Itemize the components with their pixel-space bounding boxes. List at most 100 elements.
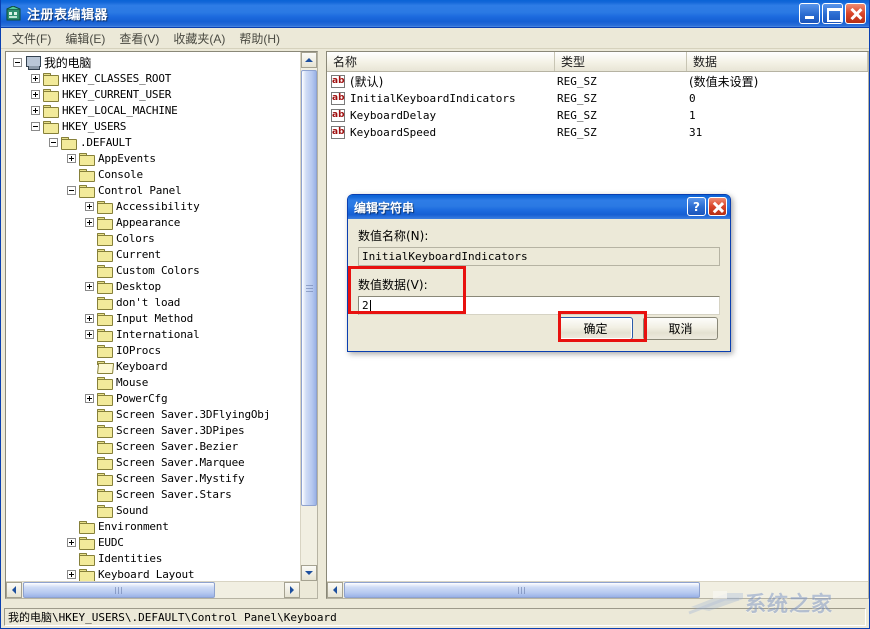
expand-node-icon[interactable] (31, 74, 40, 83)
dialog-title-bar[interactable]: 编辑字符串 ? (348, 195, 730, 219)
collapse-node-icon[interactable] (13, 58, 22, 67)
expand-node-icon[interactable] (67, 154, 76, 163)
expand-node-icon[interactable] (67, 538, 76, 547)
tree-node[interactable]: International (6, 326, 300, 342)
tree-node[interactable]: Screen Saver.Stars (6, 486, 300, 502)
tree-spacer (85, 266, 94, 275)
folder-icon (97, 504, 113, 517)
maximize-button[interactable] (822, 3, 843, 24)
tree-spacer (85, 298, 94, 307)
value-data-cell: 31 (687, 126, 868, 139)
tree-node[interactable]: HKEY_LOCAL_MACHINE (6, 102, 300, 118)
tree-node[interactable]: Input Method (6, 310, 300, 326)
expand-node-icon[interactable] (85, 314, 94, 323)
list-scroll-left-button[interactable] (327, 582, 343, 598)
title-bar[interactable]: 注册表编辑器 (1, 0, 869, 28)
expand-node-icon[interactable] (85, 202, 94, 211)
tree-node[interactable]: EUDC (6, 534, 300, 550)
tree-node[interactable]: Screen Saver.Mystify (6, 470, 300, 486)
tree-node[interactable]: Current (6, 246, 300, 262)
folder-icon (79, 184, 95, 197)
menu-edit[interactable]: 编辑(E) (58, 28, 112, 49)
tree-node[interactable]: Environment (6, 518, 300, 534)
tree-node[interactable]: Keyboard Layout (6, 566, 300, 581)
ok-button[interactable]: 确定 (558, 317, 633, 340)
tree-node[interactable]: don't load (6, 294, 300, 310)
tree-node[interactable]: Mouse (6, 374, 300, 390)
table-row[interactable]: abKeyboardDelayREG_SZ1 (327, 107, 868, 124)
table-row[interactable]: abKeyboardSpeedREG_SZ31 (327, 124, 868, 141)
menu-favorites[interactable]: 收藏夹(A) (166, 28, 232, 49)
tree-node[interactable]: Colors (6, 230, 300, 246)
tree-node[interactable]: Sound (6, 502, 300, 518)
expand-node-icon[interactable] (85, 218, 94, 227)
column-header[interactable]: 类型 (555, 52, 687, 71)
tree-node[interactable]: HKEY_USERS (6, 118, 300, 134)
tree-node[interactable]: .DEFAULT (6, 134, 300, 150)
tree-node-label: Custom Colors (113, 264, 200, 277)
tree-node[interactable]: 我的电脑 (6, 54, 300, 70)
tree-node[interactable]: Screen Saver.3DPipes (6, 422, 300, 438)
value-name-field[interactable]: InitialKeyboardIndicators (358, 247, 720, 266)
expand-node-icon[interactable] (67, 570, 76, 579)
tree-scroll-down-button[interactable] (301, 565, 317, 581)
column-header[interactable]: 名称 (327, 52, 555, 71)
cancel-button[interactable]: 取消 (643, 317, 718, 340)
close-button[interactable] (845, 3, 866, 24)
list-horizontal-scroll-thumb[interactable] (344, 582, 700, 598)
value-type-cell: REG_SZ (555, 109, 687, 122)
tree-node[interactable]: Keyboard (6, 358, 300, 374)
tree-node[interactable]: AppEvents (6, 150, 300, 166)
value-name-cell: InitialKeyboardIndicators (348, 92, 555, 105)
tree-horizontal-scrollbar[interactable] (6, 581, 300, 598)
expand-node-icon[interactable] (85, 330, 94, 339)
tree-node-label: Input Method (113, 312, 193, 325)
folder-icon (97, 488, 113, 501)
tree-node[interactable]: Identities (6, 550, 300, 566)
folder-icon (79, 552, 95, 565)
tree-vertical-scrollbar[interactable] (300, 52, 317, 581)
dialog-close-button[interactable] (708, 197, 727, 216)
list-horizontal-scrollbar[interactable] (327, 581, 868, 598)
tree-node[interactable]: Screen Saver.3DFlyingObj (6, 406, 300, 422)
registry-tree[interactable]: 我的电脑HKEY_CLASSES_ROOTHKEY_CURRENT_USERHK… (6, 52, 300, 581)
menu-view[interactable]: 查看(V) (112, 28, 166, 49)
tree-node-label: .DEFAULT (77, 136, 131, 149)
expand-node-icon[interactable] (31, 90, 40, 99)
tree-node[interactable]: Appearance (6, 214, 300, 230)
expand-node-icon[interactable] (85, 394, 94, 403)
tree-node[interactable]: PowerCfg (6, 390, 300, 406)
tree-scroll-right-button[interactable] (284, 582, 300, 598)
expand-node-icon[interactable] (31, 106, 40, 115)
tree-vertical-scroll-thumb[interactable] (301, 70, 317, 506)
menu-help[interactable]: 帮助(H) (232, 28, 287, 49)
dialog-help-button[interactable]: ? (687, 197, 706, 216)
collapse-node-icon[interactable] (31, 122, 40, 131)
column-header[interactable]: 数据 (687, 52, 868, 71)
tree-scroll-up-button[interactable] (301, 52, 317, 68)
tree-node[interactable]: Screen Saver.Marquee (6, 454, 300, 470)
tree-node[interactable]: IOProcs (6, 342, 300, 358)
table-row[interactable]: abInitialKeyboardIndicatorsREG_SZ0 (327, 90, 868, 107)
tree-node[interactable]: HKEY_CLASSES_ROOT (6, 70, 300, 86)
value-type-cell: REG_SZ (555, 75, 687, 88)
tree-node[interactable]: HKEY_CURRENT_USER (6, 86, 300, 102)
tree-node[interactable]: Accessibility (6, 198, 300, 214)
table-row[interactable]: ab(默认)REG_SZ(数值未设置) (327, 73, 868, 90)
collapse-node-icon[interactable] (49, 138, 58, 147)
tree-node[interactable]: Custom Colors (6, 262, 300, 278)
tree-node[interactable]: Desktop (6, 278, 300, 294)
tree-node-label: HKEY_USERS (59, 120, 126, 133)
tree-node[interactable]: Screen Saver.Bezier (6, 438, 300, 454)
tree-horizontal-scroll-thumb[interactable] (23, 582, 215, 598)
expand-node-icon[interactable] (85, 282, 94, 291)
menu-bar: 文件(F) 编辑(E) 查看(V) 收藏夹(A) 帮助(H) (1, 28, 869, 49)
tree-scroll-left-button[interactable] (6, 582, 22, 598)
minimize-button[interactable] (799, 3, 820, 24)
tree-node[interactable]: Console (6, 166, 300, 182)
value-data-input[interactable]: 2 (358, 296, 720, 315)
tree-node[interactable]: Control Panel (6, 182, 300, 198)
collapse-node-icon[interactable] (67, 186, 76, 195)
registry-values-list[interactable]: ab(默认)REG_SZ(数值未设置)abInitialKeyboardIndi… (327, 73, 868, 141)
menu-file[interactable]: 文件(F) (5, 28, 58, 49)
